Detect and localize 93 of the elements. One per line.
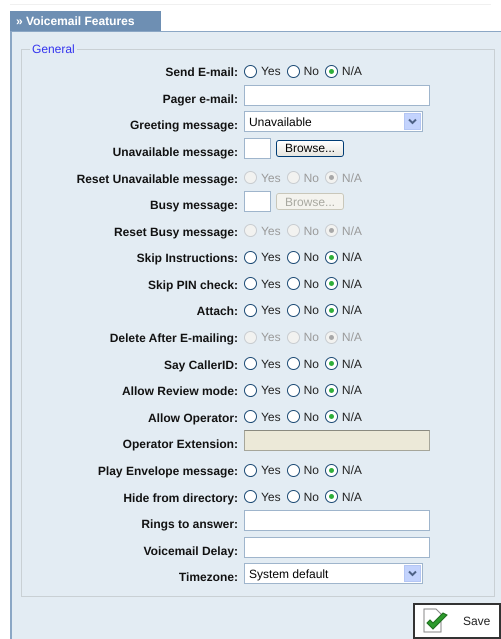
option-label: N/A (342, 170, 362, 186)
radio-button[interactable] (244, 304, 257, 317)
field-label: Send E-mail: (165, 65, 238, 80)
option-label: N/A (342, 488, 362, 506)
option-label: No (304, 356, 319, 373)
checkmark-document-icon (421, 608, 449, 634)
radio-button[interactable] (324, 490, 338, 504)
radio-button[interactable] (324, 64, 338, 78)
radio-button[interactable] (244, 64, 257, 78)
option-label: No (304, 382, 319, 400)
radio-button[interactable] (244, 464, 257, 477)
option-label: No (304, 222, 319, 240)
field-label: Timezone: (178, 570, 238, 584)
text-field[interactable] (244, 536, 430, 558)
option-label: Yes (261, 222, 281, 240)
field-label: Unavailable message: (112, 144, 238, 159)
field-label: Skip Instructions: (136, 251, 238, 266)
field-label: Attach: (196, 304, 238, 318)
field-label: Allow Review mode: (122, 384, 238, 398)
radio-button[interactable] (324, 250, 338, 264)
option-label: N/A (342, 302, 362, 320)
radio-button[interactable] (244, 250, 257, 264)
option-label: No (304, 249, 319, 266)
radio-button[interactable] (286, 464, 300, 477)
option-label: Yes (261, 63, 281, 80)
option-label: No (304, 462, 319, 480)
text-field[interactable] (244, 510, 430, 532)
option-label: Yes (261, 488, 281, 506)
option-label: Yes (261, 356, 281, 373)
field-label: Pager e-mail: (162, 92, 238, 106)
option-label: Yes (261, 462, 281, 480)
option-label: No (304, 170, 319, 186)
option-label: Yes (261, 170, 281, 186)
radio-button[interactable] (324, 357, 338, 370)
option-label: N/A (342, 462, 362, 480)
option-label: N/A (342, 222, 362, 240)
option-label: No (304, 329, 319, 346)
option-label: Yes (261, 276, 281, 293)
radio-button[interactable] (286, 250, 300, 264)
field-label: Skip PIN check: (148, 278, 238, 292)
option-label: No (304, 302, 319, 320)
option-label: No (304, 63, 319, 80)
radio-button[interactable] (244, 410, 257, 424)
option-label: Yes (261, 382, 281, 400)
radio-button[interactable] (324, 384, 338, 397)
field-label: Operator Extension: (122, 437, 238, 452)
option-label: N/A (342, 356, 362, 373)
option-label: Yes (261, 408, 281, 426)
field-label: Allow Operator: (148, 410, 238, 425)
option-label: N/A (342, 329, 362, 346)
file-path-field[interactable] (244, 138, 271, 159)
field-label: Delete After E-mailing: (110, 331, 238, 346)
radio-button[interactable] (324, 464, 338, 477)
radio-button[interactable] (324, 410, 338, 424)
option-label: No (304, 408, 319, 426)
radio-button[interactable] (286, 490, 300, 504)
radio-button[interactable] (286, 384, 300, 397)
option-label: No (304, 276, 319, 293)
radio-button[interactable] (324, 304, 338, 317)
option-label: No (304, 488, 319, 506)
option-label: N/A (342, 63, 362, 80)
radio-button[interactable] (244, 384, 257, 397)
radio-button[interactable] (244, 357, 257, 370)
field-label: Play Envelope message: (98, 464, 238, 478)
field-label: Reset Busy message: (114, 224, 238, 239)
browse-button[interactable]: Browse... (276, 140, 344, 157)
radio-button[interactable] (244, 490, 257, 504)
fieldset-legend: General (30, 40, 77, 58)
field-label: Voicemail Delay: (144, 544, 238, 558)
dropdown-field[interactable]: Unavailable (244, 111, 423, 132)
option-label: N/A (342, 249, 362, 266)
option-label: N/A (342, 408, 362, 426)
option-label: Yes (261, 249, 281, 266)
radio-button[interactable] (286, 410, 300, 424)
field-label: Rings to answer: (141, 517, 238, 532)
option-label: N/A (342, 276, 362, 293)
option-label: N/A (342, 382, 362, 400)
save-button[interactable]: Save (413, 603, 501, 639)
field-label: Greeting message: (130, 118, 238, 132)
radio-button[interactable] (286, 304, 300, 317)
dropdown-field[interactable]: System default (244, 563, 423, 584)
radio-button[interactable] (286, 64, 300, 78)
radio-button[interactable] (244, 277, 257, 290)
field-label: Say CallerID: (164, 358, 238, 372)
option-label: Yes (261, 302, 281, 320)
field-label: Hide from directory: (123, 490, 238, 505)
radio-button[interactable] (286, 277, 300, 290)
option-label: Yes (261, 329, 281, 346)
radio-button[interactable] (286, 357, 300, 370)
radio-button[interactable] (324, 277, 338, 290)
text-field[interactable] (244, 84, 430, 106)
field-label: Busy message: (150, 198, 238, 212)
field-label: Reset Unavailable message: (76, 172, 238, 186)
